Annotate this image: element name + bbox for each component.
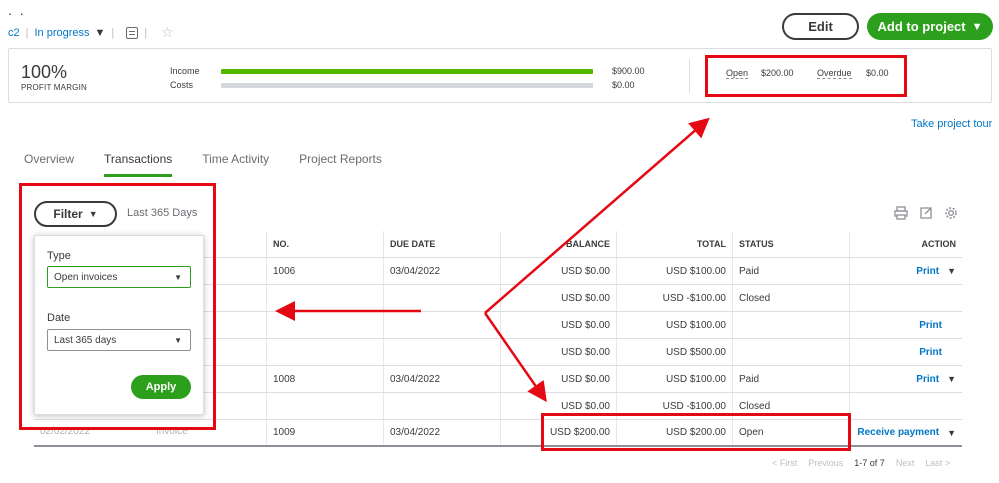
income-label: Income bbox=[170, 66, 200, 76]
tab-project-reports[interactable]: Project Reports bbox=[299, 152, 382, 177]
add-to-project-label: Add to project bbox=[877, 19, 966, 34]
cell-total: USD $100.00 bbox=[616, 258, 732, 284]
income-amount: $900.00 bbox=[612, 66, 645, 76]
meta-separator: | bbox=[25, 26, 29, 39]
project-meta: c2 | In progress ▼ | | ☆ bbox=[8, 24, 174, 41]
cell-no: 1006 bbox=[266, 258, 383, 284]
edit-button[interactable]: Edit bbox=[782, 13, 859, 40]
cell-total: USD $100.00 bbox=[616, 312, 732, 338]
cell-action bbox=[849, 393, 962, 419]
column-header-total[interactable]: TOTAL bbox=[616, 231, 732, 257]
tab-overview[interactable]: Overview bbox=[24, 152, 74, 177]
column-header-no[interactable]: NO. bbox=[266, 231, 383, 257]
customer-link[interactable]: c2 bbox=[8, 27, 20, 39]
project-name-partial: . . bbox=[8, 2, 26, 18]
column-header-status[interactable]: STATUS bbox=[732, 231, 849, 257]
costs-label: Costs bbox=[170, 80, 194, 90]
column-header-balance[interactable]: BALANCE bbox=[500, 231, 616, 257]
cell-no bbox=[266, 285, 383, 311]
cell-due-date bbox=[383, 393, 500, 419]
add-to-project-button[interactable]: Add to project ▼ bbox=[867, 13, 993, 40]
meta-separator: | bbox=[111, 26, 115, 39]
caret-down-icon[interactable]: ▼ bbox=[947, 374, 956, 384]
chevron-down-icon[interactable]: ▼ bbox=[95, 27, 106, 39]
status-dropdown-label[interactable]: In progress bbox=[34, 27, 89, 39]
cell-status bbox=[732, 312, 849, 338]
profit-margin-value: 100% bbox=[21, 62, 68, 82]
costs-amount: $0.00 bbox=[612, 80, 635, 90]
cell-action: Receive payment ▼ bbox=[849, 420, 962, 445]
pager-first: < First bbox=[772, 458, 798, 468]
cell-action: Print ▼ bbox=[849, 366, 962, 392]
cell-status: Paid bbox=[732, 258, 849, 284]
income-bar bbox=[221, 69, 593, 74]
cell-due-date bbox=[383, 312, 500, 338]
annotation-box-open-overdue bbox=[705, 55, 907, 97]
pager-last: Last > bbox=[925, 458, 951, 468]
pagination: < First Previous 1-7 of 7 Next Last > bbox=[772, 458, 961, 468]
cell-action: Print bbox=[849, 312, 962, 338]
take-project-tour-link[interactable]: Take project tour bbox=[911, 118, 992, 130]
cell-balance: USD $0.00 bbox=[500, 312, 616, 338]
summary-divider bbox=[689, 59, 690, 93]
cell-no: 1008 bbox=[266, 366, 383, 392]
tab-time-activity[interactable]: Time Activity bbox=[202, 152, 269, 177]
cell-due-date bbox=[383, 285, 500, 311]
pager-previous: Previous bbox=[808, 458, 844, 468]
annotation-box-filter bbox=[19, 183, 216, 430]
print-link[interactable]: Print bbox=[916, 374, 939, 385]
top-bar: . . c2 | In progress ▼ | | ☆ Edit Add to… bbox=[0, 0, 999, 44]
column-header-due-date[interactable]: DUE DATE bbox=[383, 231, 500, 257]
gear-icon[interactable] bbox=[944, 206, 958, 220]
cell-status bbox=[732, 339, 849, 365]
notes-icon[interactable] bbox=[126, 26, 139, 39]
cell-no bbox=[266, 339, 383, 365]
cell-total: USD $500.00 bbox=[616, 339, 732, 365]
column-header-action: ACTION bbox=[849, 231, 962, 257]
cell-status: Closed bbox=[732, 285, 849, 311]
annotation-box-open-invoice bbox=[541, 413, 851, 451]
cell-balance: USD $0.00 bbox=[500, 285, 616, 311]
caret-down-icon[interactable]: ▼ bbox=[947, 428, 956, 438]
meta-separator: | bbox=[144, 26, 148, 39]
cell-due-date: 03/04/2022 bbox=[383, 258, 500, 284]
cell-status: Paid bbox=[732, 366, 849, 392]
caret-down-icon[interactable]: ▼ bbox=[947, 266, 956, 276]
cell-balance: USD $0.00 bbox=[500, 366, 616, 392]
profit-margin-label: PROFIT MARGIN bbox=[21, 83, 88, 92]
cell-no bbox=[266, 393, 383, 419]
cell-balance: USD $0.00 bbox=[500, 339, 616, 365]
cell-balance: USD $0.00 bbox=[500, 258, 616, 284]
chevron-down-icon: ▼ bbox=[971, 20, 983, 33]
cell-action bbox=[849, 285, 962, 311]
export-icon[interactable] bbox=[919, 206, 933, 220]
cell-due-date bbox=[383, 339, 500, 365]
cell-due-date: 03/04/2022 bbox=[383, 420, 500, 445]
print-link[interactable]: Print bbox=[916, 266, 939, 277]
pager-next: Next bbox=[895, 458, 915, 468]
pager-range: 1-7 of 7 bbox=[854, 458, 885, 468]
print-link[interactable]: Print bbox=[919, 320, 942, 331]
cell-no: 1009 bbox=[266, 420, 383, 445]
print-icon[interactable] bbox=[894, 206, 908, 220]
cell-total: USD -$100.00 bbox=[616, 285, 732, 311]
print-link[interactable]: Print bbox=[919, 347, 942, 358]
cell-due-date: 03/04/2022 bbox=[383, 366, 500, 392]
tab-transactions[interactable]: Transactions bbox=[104, 152, 173, 177]
receive-payment-link[interactable]: Receive payment bbox=[857, 427, 939, 438]
income-bar-fill bbox=[221, 69, 593, 74]
cell-total: USD $100.00 bbox=[616, 366, 732, 392]
cell-no bbox=[266, 312, 383, 338]
star-icon[interactable]: ☆ bbox=[161, 24, 174, 41]
cell-action: Print ▼ bbox=[849, 258, 962, 284]
cell-action: Print bbox=[849, 339, 962, 365]
project-tabs: Overview Transactions Time Activity Proj… bbox=[24, 152, 412, 177]
costs-bar bbox=[221, 83, 593, 88]
